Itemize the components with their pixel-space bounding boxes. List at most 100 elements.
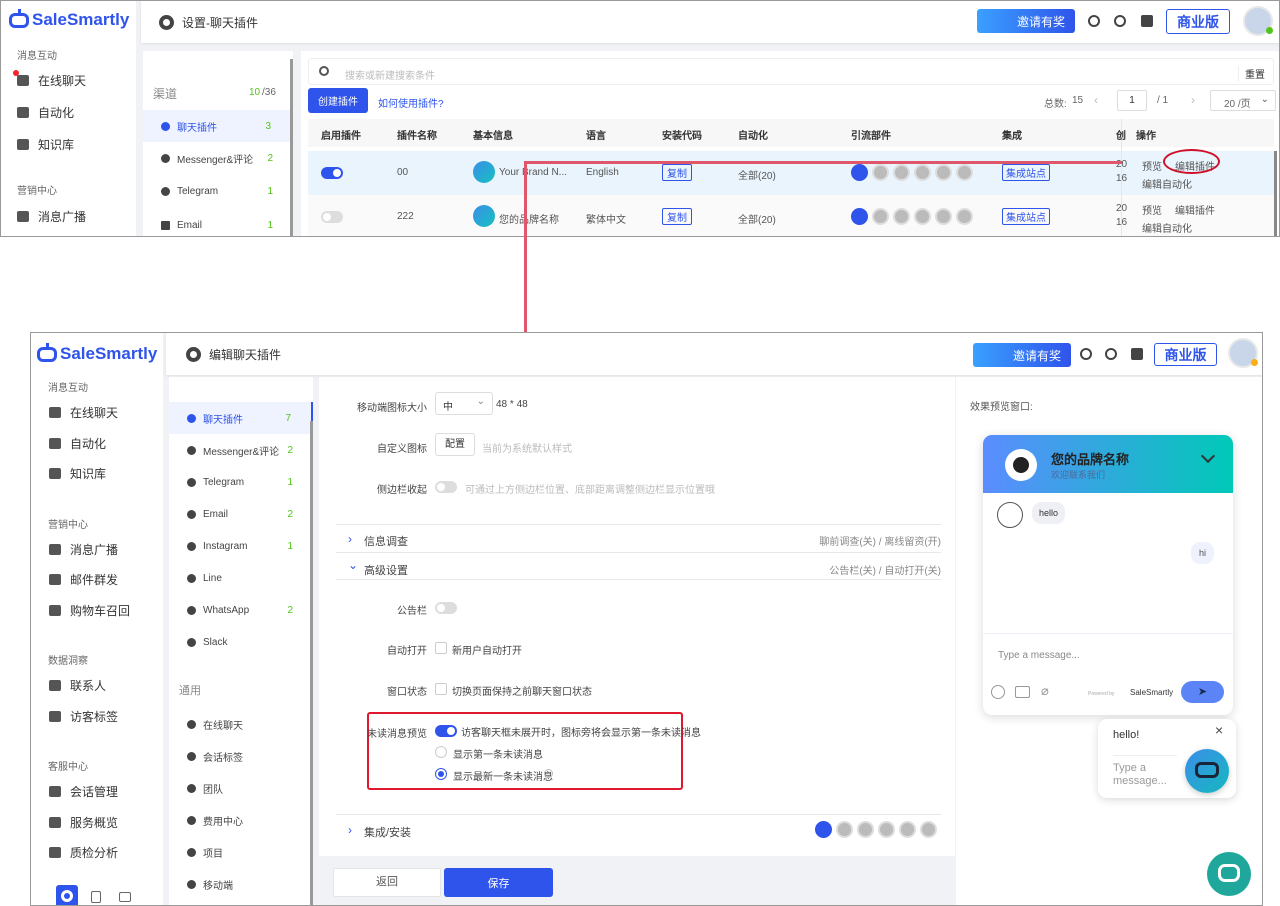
channel-item[interactable]: Messenger&评论 2 xyxy=(169,434,313,466)
edition-button[interactable]: 商业版 xyxy=(1166,9,1230,34)
next-page-icon[interactable]: › xyxy=(1191,93,1195,107)
reset-button[interactable]: 重置 xyxy=(1238,66,1265,81)
bubble-input[interactable]: Type a message... xyxy=(1113,762,1173,788)
icon-size-select[interactable]: 中 ⌄ xyxy=(435,392,493,415)
create-plugin-button[interactable]: 创建插件 xyxy=(308,88,368,113)
sidebar-item[interactable]: 质检分析 xyxy=(49,844,118,861)
search-bar[interactable]: 搜索或新建搜索条件 重置 xyxy=(308,58,1274,85)
sidebar-item-live-chat[interactable]: 在线聊天 xyxy=(17,72,86,89)
scrollbar[interactable] xyxy=(310,421,313,905)
messenger-icon xyxy=(187,445,196,455)
scrollbar[interactable] xyxy=(290,59,293,236)
notice-toggle[interactable] xyxy=(435,602,457,614)
close-icon[interactable]: × xyxy=(1215,722,1223,738)
channel-messenger[interactable]: Messenger&评论 2 xyxy=(143,142,293,174)
general-item[interactable]: 移动端 xyxy=(169,868,313,900)
emoji-icon[interactable] xyxy=(991,685,1005,699)
enable-toggle[interactable] xyxy=(321,167,343,179)
sidebar-item[interactable]: 访客标签 xyxy=(49,708,118,725)
page-input[interactable]: 1 xyxy=(1117,90,1147,111)
integrate-site-button[interactable]: 集成站点 xyxy=(1002,208,1050,225)
edition-button[interactable]: 商业版 xyxy=(1154,343,1217,366)
window-state-checkbox[interactable] xyxy=(435,683,447,695)
enable-toggle[interactable] xyxy=(321,211,343,223)
preview-link[interactable]: 预览 xyxy=(1142,158,1162,173)
compass-icon[interactable] xyxy=(1088,15,1100,27)
compass-icon[interactable] xyxy=(1080,348,1092,360)
back-button[interactable]: 返回 xyxy=(333,868,441,897)
channel-item[interactable]: Telegram 1 xyxy=(169,466,313,498)
channel-telegram[interactable]: Telegram 1 xyxy=(143,175,293,207)
radio-first-unread[interactable] xyxy=(435,746,447,758)
support-chat-button[interactable] xyxy=(1207,852,1251,896)
sidebar-item-automation[interactable]: 自动化 xyxy=(17,104,74,121)
image-icon[interactable] xyxy=(1015,686,1030,698)
general-item[interactable]: 团队 xyxy=(169,772,313,804)
save-button[interactable]: 保存 xyxy=(444,868,553,897)
radio-latest-unread[interactable] xyxy=(435,768,447,780)
language-icon[interactable] xyxy=(119,892,131,902)
sidebar-item[interactable]: 购物车召回 xyxy=(49,602,130,619)
unread-preview-toggle[interactable] xyxy=(435,725,457,737)
invite-button[interactable]: 邀请有奖 xyxy=(973,343,1071,367)
section-advanced[interactable]: ⌄ 高级设置 公告栏(关) / 自动打开(关) xyxy=(336,558,941,580)
integrate-site-button[interactable]: 集成站点 xyxy=(1002,164,1050,181)
sidebar-item[interactable]: 服务概览 xyxy=(49,814,118,831)
devices-icon[interactable] xyxy=(91,891,101,903)
sidebar-item-knowledge[interactable]: 知识库 xyxy=(17,136,74,153)
sidebar-item[interactable]: 邮件群发 xyxy=(49,571,118,588)
auto-open-checkbox[interactable] xyxy=(435,642,447,654)
general-item[interactable]: 会话标签 xyxy=(169,740,313,772)
whatsapp-icon xyxy=(187,605,196,615)
help-icon[interactable] xyxy=(1141,15,1153,27)
copy-code-button[interactable]: 复制 xyxy=(662,164,692,181)
how-to-link[interactable]: 如何使用插件? xyxy=(378,95,444,110)
sidebar-item[interactable]: 知识库 xyxy=(49,465,106,482)
sidebar-item-broadcast[interactable]: 消息广播 xyxy=(17,208,86,225)
sidebar-item[interactable]: 自动化 xyxy=(49,435,106,452)
plugin-name-link[interactable]: 222 xyxy=(397,211,414,222)
channel-item[interactable]: Email 2 xyxy=(169,498,313,530)
message-input[interactable]: Type a message... xyxy=(998,650,1080,661)
sidebar-item[interactable]: 会话管理 xyxy=(49,783,118,800)
sidebar-item[interactable]: 在线聊天 xyxy=(49,404,118,421)
settings-button[interactable] xyxy=(56,885,78,905)
send-button[interactable]: ➤ xyxy=(1181,681,1224,703)
channel-chat-plugin[interactable]: 聊天插件 3 xyxy=(143,110,293,142)
channel-item[interactable]: 聊天插件 7 xyxy=(169,402,313,434)
channel-item[interactable]: Slack xyxy=(169,626,313,658)
edit-plugin-link[interactable]: 编辑插件 xyxy=(1175,202,1215,217)
per-page-select[interactable]: 20 /页 ⌄ xyxy=(1210,90,1276,111)
chat-launcher-button[interactable] xyxy=(1185,749,1229,793)
section-survey[interactable]: › 信息调查 聊前调查(关) / 离线留资(开) xyxy=(336,529,941,551)
channel-email[interactable]: Email 1 xyxy=(143,209,293,236)
invite-button[interactable]: 邀请有奖 xyxy=(977,9,1075,33)
help-icon[interactable] xyxy=(1131,348,1143,360)
scrollbar[interactable] xyxy=(1274,151,1277,236)
edit-automation-link[interactable]: 编辑自动化 xyxy=(1142,176,1192,191)
edit-automation-link[interactable]: 编辑自动化 xyxy=(1142,220,1192,235)
sidebar-collapse-toggle[interactable] xyxy=(435,481,457,493)
general-item[interactable]: 项目 xyxy=(169,836,313,868)
preview-link[interactable]: 预览 xyxy=(1142,202,1162,217)
section-integration[interactable]: › 集成/安装 xyxy=(336,819,941,843)
sidebar-item[interactable]: 联系人 xyxy=(49,677,106,694)
attachment-icon[interactable]: ⌀ xyxy=(1041,683,1049,699)
channel-item[interactable]: Instagram 1 xyxy=(169,530,313,562)
channel-item[interactable]: WhatsApp 2 xyxy=(169,594,313,626)
info-icon[interactable] xyxy=(544,769,553,778)
plugin-name-link[interactable]: 00 xyxy=(397,167,408,178)
configure-icon-button[interactable]: 配置 xyxy=(435,433,475,456)
channel-item[interactable]: Line xyxy=(169,562,313,594)
pie-chart-icon[interactable] xyxy=(1114,15,1126,27)
general-item[interactable]: 在线聊天 xyxy=(169,708,313,740)
prev-page-icon[interactable]: ‹ xyxy=(1094,93,1098,107)
label: Telegram xyxy=(203,476,245,488)
copy-code-button[interactable]: 复制 xyxy=(662,208,692,225)
pie-chart-icon[interactable] xyxy=(1105,348,1117,360)
chevron-down-icon[interactable] xyxy=(1200,448,1216,464)
general-item[interactable]: 费用中心 xyxy=(169,804,313,836)
avatar[interactable] xyxy=(1228,338,1258,368)
avatar[interactable] xyxy=(1243,6,1273,36)
sidebar-item[interactable]: 消息广播 xyxy=(49,541,118,558)
